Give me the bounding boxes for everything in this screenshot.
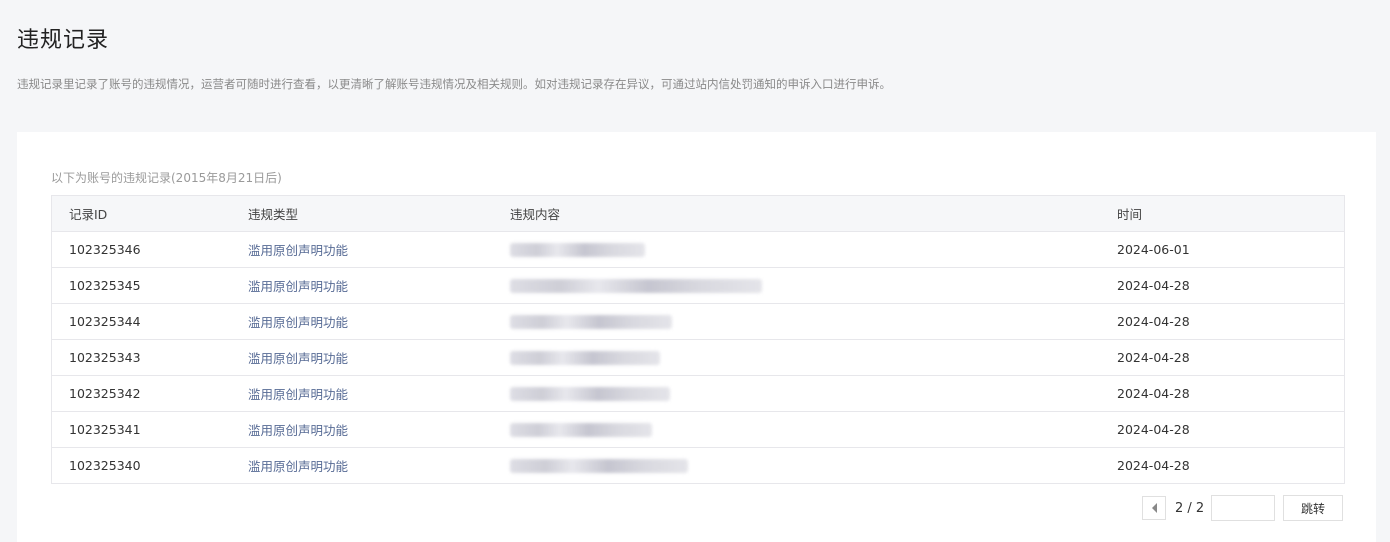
violation-type-link[interactable]: 滥用原创声明功能 bbox=[248, 456, 510, 475]
violation-content-redacted bbox=[510, 304, 1117, 339]
violation-type-link[interactable]: 滥用原创声明功能 bbox=[248, 240, 510, 259]
record-id: 102325346 bbox=[69, 242, 141, 257]
redaction-blur bbox=[510, 386, 670, 401]
records-panel: 以下为账号的违规记录(2015年8月21日后) 记录ID 违规类型 违规内容 时… bbox=[17, 132, 1376, 542]
record-id: 102325343 bbox=[69, 350, 141, 365]
violation-type-link[interactable]: 滥用原创声明功能 bbox=[248, 276, 510, 295]
record-time: 2024-04-28 bbox=[1117, 314, 1190, 329]
violation-content-redacted bbox=[510, 232, 1117, 267]
table-row: 102325342 滥用原创声明功能 2024-04-28 bbox=[52, 375, 1344, 411]
table-row: 102325345 滥用原创声明功能 2024-04-28 bbox=[52, 267, 1344, 303]
violation-content-redacted bbox=[510, 412, 1117, 447]
redaction-blur bbox=[510, 422, 652, 437]
record-time: 2024-04-28 bbox=[1117, 278, 1190, 293]
record-time: 2024-04-28 bbox=[1117, 350, 1190, 365]
redaction-blur bbox=[510, 350, 660, 365]
records-range-caption: 以下为账号的违规记录(2015年8月21日后) bbox=[51, 171, 282, 185]
table-row: 102325340 滥用原创声明功能 2024-04-28 bbox=[52, 447, 1344, 483]
page-description: 违规记录里记录了账号的违规情况，运营者可随时进行查看，以更清晰了解账号违规情况及… bbox=[17, 77, 891, 91]
table-header-row: 记录ID 违规类型 违规内容 时间 bbox=[52, 196, 1344, 231]
record-id: 102325342 bbox=[69, 386, 141, 401]
violation-content-redacted bbox=[510, 448, 1117, 483]
record-time: 2024-04-28 bbox=[1117, 422, 1190, 437]
table-row: 102325343 滥用原创声明功能 2024-04-28 bbox=[52, 339, 1344, 375]
violation-type-link[interactable]: 滥用原创声明功能 bbox=[248, 420, 510, 439]
column-header-id: 记录ID bbox=[69, 207, 108, 222]
page-jump-button[interactable]: 跳转 bbox=[1283, 495, 1343, 521]
violation-type-link[interactable]: 滥用原创声明功能 bbox=[248, 312, 510, 331]
column-header-type: 违规类型 bbox=[248, 207, 299, 222]
column-header-content: 违规内容 bbox=[510, 207, 561, 222]
violation-content-redacted bbox=[510, 340, 1117, 375]
redaction-blur bbox=[510, 242, 645, 257]
record-time: 2024-04-28 bbox=[1117, 458, 1190, 473]
violation-content-redacted bbox=[510, 268, 1117, 303]
page-jump-input[interactable] bbox=[1211, 495, 1275, 521]
record-id: 102325345 bbox=[69, 278, 141, 293]
record-id: 102325340 bbox=[69, 458, 141, 473]
redaction-blur bbox=[510, 458, 688, 473]
table-row: 102325346 滥用原创声明功能 2024-06-01 bbox=[52, 231, 1344, 267]
column-header-time: 时间 bbox=[1117, 207, 1143, 222]
record-time: 2024-04-28 bbox=[1117, 386, 1190, 401]
table-row: 102325344 滥用原创声明功能 2024-04-28 bbox=[52, 303, 1344, 339]
pagination-prev-button[interactable] bbox=[1142, 496, 1166, 520]
record-id: 102325344 bbox=[69, 314, 141, 329]
record-id: 102325341 bbox=[69, 422, 141, 437]
record-time: 2024-06-01 bbox=[1117, 242, 1190, 257]
table-row: 102325341 滥用原创声明功能 2024-04-28 bbox=[52, 411, 1344, 447]
page-title: 违规记录 bbox=[17, 28, 110, 53]
violation-records-table: 记录ID 违规类型 违规内容 时间 102325346 滥用原创声明功能 202… bbox=[51, 195, 1345, 484]
pagination-page-indicator: 2 / 2 bbox=[1175, 501, 1205, 516]
violation-type-link[interactable]: 滥用原创声明功能 bbox=[248, 384, 510, 403]
redaction-blur bbox=[510, 314, 672, 329]
violation-content-redacted bbox=[510, 376, 1117, 411]
triangle-left-icon bbox=[1151, 503, 1157, 513]
redaction-blur bbox=[510, 278, 762, 293]
violation-type-link[interactable]: 滥用原创声明功能 bbox=[248, 348, 510, 367]
